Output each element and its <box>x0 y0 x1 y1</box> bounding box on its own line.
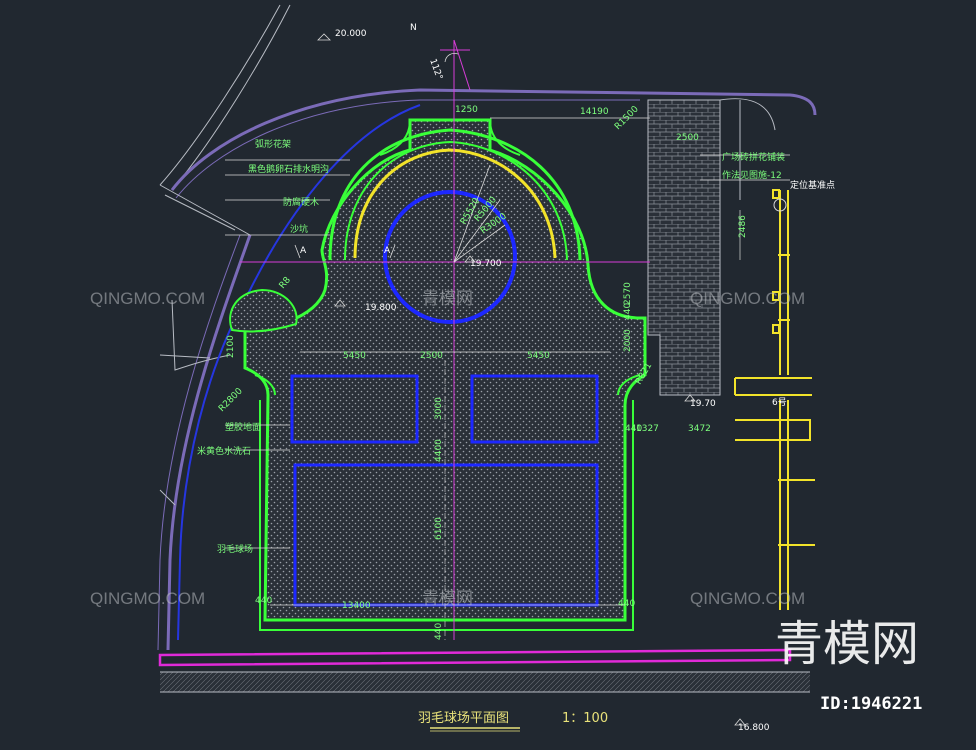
label-wash-stone: 米黄色水洗石 <box>197 445 251 457</box>
watermark-site-4: QINGMO.COM <box>690 589 805 608</box>
elevation-19800: 19.800 <box>365 303 397 313</box>
dim-2500a: 2500 <box>676 133 699 143</box>
drawing-title-group: 羽毛球场平面图 1：100 <box>418 711 608 732</box>
drawing-title: 羽毛球场平面图 <box>418 711 509 726</box>
label-arc-trellis: 弧形花架 <box>255 138 291 150</box>
drawing-scale: 1：100 <box>562 711 608 726</box>
dim-440c: 440 <box>255 596 272 606</box>
cad-drawing-canvas: N 112° 20.000 19.700 19.800 19.70 16.800… <box>0 0 976 750</box>
dim-3472: 3472 <box>688 424 711 434</box>
elevation-20000: 20.000 <box>335 29 367 39</box>
dim-5450a: 5450 <box>343 351 366 361</box>
watermark-site-3: QINGMO.COM <box>90 589 205 608</box>
dim-2100: 2100 <box>226 335 236 358</box>
watermark-site-1: QINGMO.COM <box>90 289 205 308</box>
watermark-cn-1: 青模网 <box>422 289 473 308</box>
dim-440d: 440 <box>618 599 635 609</box>
watermark-site-2: QINGMO.COM <box>690 289 805 308</box>
north-arrow <box>444 39 471 91</box>
watermark-brand: 青模网 <box>775 616 919 672</box>
dim-2486: 2486 <box>738 215 748 238</box>
label-sandpit: 沙坑 <box>290 223 308 235</box>
paving-strip <box>647 98 776 396</box>
label-building-no: 6号 <box>772 397 787 408</box>
dim-2000: 2000 <box>623 329 633 352</box>
label-wood-edge: 防腐硬木 <box>283 196 319 208</box>
north-angle: 112° <box>427 58 444 82</box>
label-paving-note-2: 作法见图施-12 <box>722 169 782 181</box>
dim-1250: 1250 <box>455 105 478 115</box>
dim-440e: 440 <box>625 424 642 434</box>
dim-440a: 440 <box>623 303 633 320</box>
label-badminton-court: 羽毛球场 <box>217 543 253 555</box>
label-paving-note-1: 广场砖拼花铺装 <box>722 151 785 163</box>
north-label: N <box>410 23 417 33</box>
dim-2500b: 2500 <box>420 351 443 361</box>
dim-r8: R8 <box>278 275 294 291</box>
watermark-id: ID:1946221 <box>820 694 922 714</box>
dim-14190: 14190 <box>580 107 609 117</box>
dim-5450b: 5450 <box>527 351 550 361</box>
left-lobe <box>229 288 298 333</box>
label-rubber-floor: 塑胶地面 <box>225 421 261 433</box>
label-pebble-drain: 黑色鹅卵石排水明沟 <box>248 163 329 175</box>
elevation-16800: 16.800 <box>738 723 770 733</box>
watermark-cn-2: 青模网 <box>422 589 473 608</box>
dim-13400: 13400 <box>342 601 371 611</box>
dim-440b: 440 <box>434 623 444 640</box>
dim-6100: 6100 <box>434 517 444 540</box>
label-datum-point: 定位基准点 <box>790 179 835 191</box>
elevation-19700: 19.700 <box>470 259 502 269</box>
label-section-a1: A <box>300 246 307 256</box>
dim-4400: 4400 <box>434 439 444 462</box>
elevation-1970: 19.70 <box>690 399 716 409</box>
dim-2570: 2570 <box>623 282 633 305</box>
dim-r2800: R2800 <box>217 386 245 414</box>
bottom-road <box>158 648 810 693</box>
site-plan-svg: N 112° 20.000 19.700 19.800 19.70 16.800… <box>90 4 922 733</box>
label-section-a2: A <box>384 246 391 256</box>
dim-3000: 3000 <box>434 397 444 420</box>
